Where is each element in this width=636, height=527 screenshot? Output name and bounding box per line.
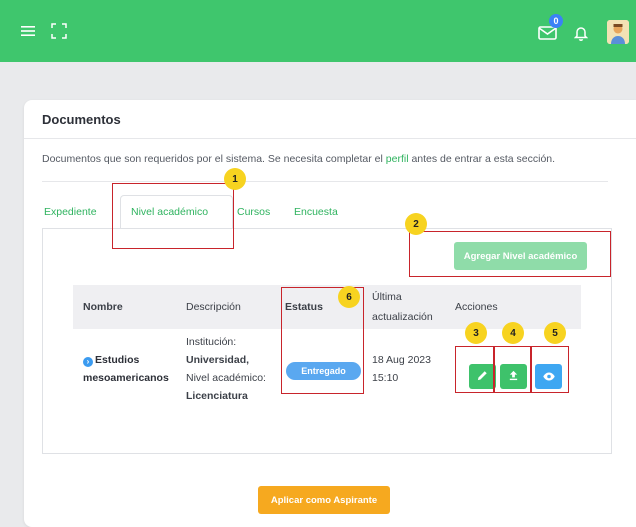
highlight-box-5 bbox=[531, 346, 569, 393]
divider bbox=[42, 181, 608, 182]
row-name-line1: Estudios bbox=[95, 354, 140, 366]
annotation-marker-4: 4 bbox=[502, 322, 524, 344]
table-row-updated: 18 Aug 2023 15:10 bbox=[372, 351, 431, 387]
description-text: Documentos que son requeridos por el sis… bbox=[42, 153, 386, 165]
desc-value-institution: Universidad, bbox=[186, 354, 250, 366]
profile-link[interactable]: perfil bbox=[386, 153, 409, 165]
apply-as-applicant-button[interactable]: Aplicar como Aspirante bbox=[258, 486, 390, 514]
desc-label-institution: Institución: bbox=[186, 336, 237, 348]
bell-icon[interactable] bbox=[573, 24, 589, 42]
table-row-description: Institución: Universidad, Nivel académic… bbox=[186, 333, 266, 405]
top-bar: 0 bbox=[0, 0, 636, 62]
card-title: Documentos bbox=[42, 112, 121, 127]
column-header-updated: Última actualización bbox=[372, 287, 433, 327]
tab-encuesta[interactable]: Encuesta bbox=[294, 206, 338, 218]
table-row-name: › Estudios mesoamericanos bbox=[83, 351, 169, 387]
card-description: Documentos que son requeridos por el sis… bbox=[42, 153, 555, 165]
highlight-box-4 bbox=[494, 346, 531, 393]
desc-value-level: Licenciatura bbox=[186, 390, 248, 402]
mail-count-badge: 0 bbox=[549, 14, 563, 28]
description-text-end: antes de entrar a esta sección. bbox=[408, 153, 556, 165]
highlight-box-1 bbox=[112, 183, 234, 249]
updated-time: 15:10 bbox=[372, 372, 399, 384]
annotation-marker-5: 5 bbox=[544, 322, 566, 344]
annotation-marker-2: 2 bbox=[405, 213, 427, 235]
column-header-actions: Acciones bbox=[455, 301, 498, 313]
tab-cursos[interactable]: Cursos bbox=[237, 206, 270, 218]
highlight-box-2 bbox=[409, 231, 611, 277]
desc-label-level: Nivel académico: bbox=[186, 372, 266, 384]
info-icon[interactable]: › bbox=[83, 357, 93, 367]
highlight-box-3 bbox=[455, 346, 494, 393]
column-header-name: Nombre bbox=[83, 301, 123, 313]
column-header-updated-line1: Última bbox=[372, 291, 402, 303]
column-header-updated-line2: actualización bbox=[372, 311, 433, 323]
column-header-description: Descripción bbox=[186, 301, 241, 313]
tab-expediente[interactable]: Expediente bbox=[44, 206, 97, 218]
annotation-marker-6: 6 bbox=[338, 286, 360, 308]
expand-icon[interactable] bbox=[51, 23, 67, 39]
annotation-marker-3: 3 bbox=[465, 322, 487, 344]
row-name-line2: mesoamericanos bbox=[83, 372, 169, 384]
menu-icon[interactable] bbox=[21, 24, 35, 38]
annotation-marker-1: 1 bbox=[224, 168, 246, 190]
divider bbox=[24, 138, 636, 139]
avatar[interactable] bbox=[607, 20, 629, 44]
updated-date: 18 Aug 2023 bbox=[372, 354, 431, 366]
